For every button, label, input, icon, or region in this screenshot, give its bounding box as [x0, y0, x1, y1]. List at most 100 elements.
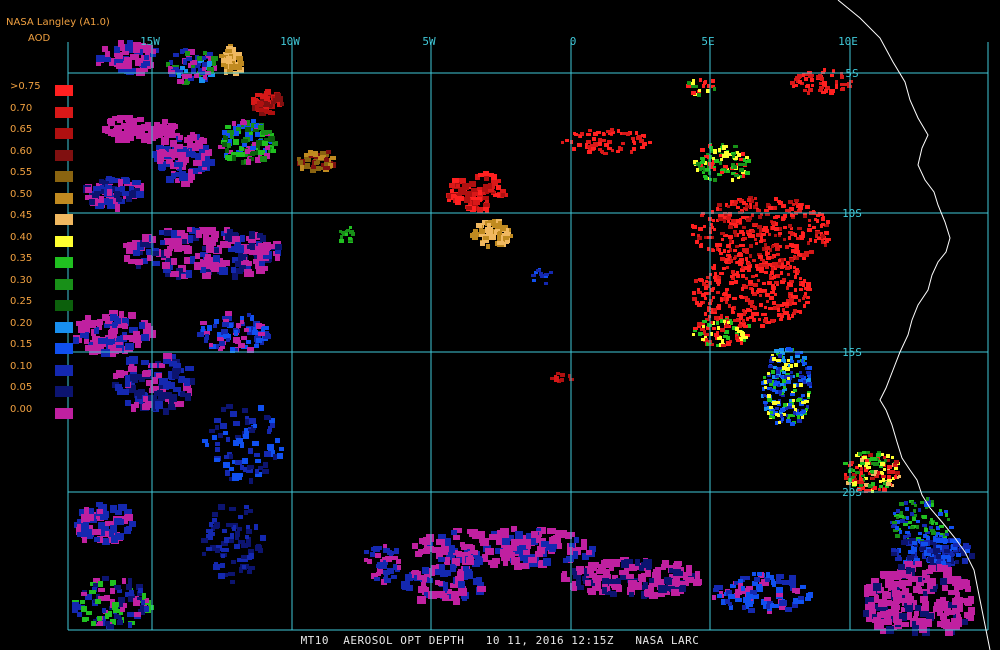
- aerosol-pixel: [255, 132, 260, 137]
- aerosol-pixel: [238, 475, 242, 480]
- aerosol-pixel: [477, 207, 483, 213]
- aerosol-pixel: [945, 530, 948, 533]
- aerosol-pixel: [790, 364, 793, 368]
- aerosol-pixel: [697, 93, 701, 97]
- aerosol-pixel: [185, 51, 190, 56]
- aerosol-pixel: [772, 301, 776, 305]
- lat-label: 5S: [845, 67, 858, 80]
- aerosol-pixel: [125, 514, 133, 521]
- aerosol-pixel: [749, 244, 753, 248]
- aerosol-pixel: [258, 150, 265, 155]
- aerosol-pixel: [479, 229, 485, 234]
- aerosol-pixel: [241, 336, 247, 340]
- aerosol-pixel: [808, 224, 811, 227]
- aerosol-pixel: [394, 548, 399, 554]
- aerosol-pixel: [108, 118, 115, 126]
- lon-label: 5W: [422, 35, 436, 48]
- map-viewer[interactable]: 15W 10W 5W 0 5E 10E 5S 10S 15S 20S NASA Langley (…: [0, 0, 1000, 650]
- aerosol-pixel: [226, 404, 233, 409]
- aerosol-pixel: [779, 348, 784, 352]
- aerosol-pixel: [880, 462, 885, 466]
- aerosol-pixel: [450, 189, 454, 193]
- aerosol-pixel: [235, 534, 239, 540]
- aerosol-pixel: [242, 408, 248, 413]
- aerosol-pixel: [741, 274, 745, 278]
- aerosol-pixel: [202, 161, 210, 167]
- aerosol-pixel: [639, 139, 644, 143]
- aerosol-pixel: [255, 459, 261, 463]
- aerosol-pixel: [751, 230, 755, 233]
- aerosol-pixel: [922, 515, 927, 519]
- aerosol-pixel: [85, 187, 92, 193]
- aerosol-pixel: [590, 144, 595, 147]
- aerosol-pixel: [731, 311, 735, 314]
- aerosol-pixel: [731, 163, 735, 166]
- aerosol-pixel: [704, 176, 708, 180]
- aerosol-pixel: [255, 469, 259, 474]
- aerosol-pixel: [800, 236, 804, 240]
- aerosol-pixel: [236, 245, 244, 253]
- aerosol-pixel: [787, 273, 790, 276]
- aerosol-pixel: [483, 236, 489, 240]
- aerosol-pixel: [488, 183, 492, 189]
- aerosol-pixel: [835, 80, 838, 84]
- aerosol-pixel: [941, 555, 948, 559]
- aerosol-pixel: [729, 239, 732, 243]
- aerosol-pixel: [930, 518, 933, 521]
- aerosol-pixel: [473, 200, 480, 205]
- aerosol-pixel: [222, 322, 229, 327]
- aerosol-pixel: [862, 456, 867, 459]
- aerosol-pixel: [752, 259, 756, 262]
- aerosol-pixel: [883, 619, 892, 625]
- legend-swatch: [55, 235, 73, 247]
- aerosol-pixel: [959, 584, 966, 589]
- aerosol-pixel: [184, 246, 192, 254]
- aerosol-pixel: [157, 159, 163, 164]
- aerosol-pixel: [943, 538, 947, 544]
- aerosol-pixel: [792, 399, 795, 402]
- aerosol-pixel: [246, 529, 252, 534]
- aerosol-pixel: [222, 548, 229, 552]
- aerosol-pixel: [171, 230, 177, 238]
- aerosol-pixel: [606, 130, 611, 133]
- aerosol-pixel: [557, 543, 562, 549]
- aerosol-pixel: [738, 163, 742, 166]
- aerosol-pixel: [102, 46, 108, 52]
- legend-swatch: [55, 192, 73, 204]
- aerosol-pixel: [572, 147, 576, 151]
- aerosol-pixel: [146, 401, 152, 408]
- aerosol-pixel: [895, 557, 902, 561]
- aerosol-pixel: [201, 538, 208, 543]
- aerosol-pixel: [967, 545, 971, 549]
- aerosol-pixel: [914, 504, 917, 507]
- aerosol-pixel: [916, 620, 924, 625]
- aerosol-pixel: [797, 360, 800, 363]
- aerosol-pixel: [244, 431, 249, 437]
- aerosol-pixel: [887, 470, 891, 474]
- aerosol-pixel: [439, 564, 445, 570]
- aerosol-pixel: [271, 149, 276, 153]
- aerosol-pixel: [212, 61, 216, 66]
- aerosol-pixel: [876, 623, 884, 628]
- aerosol-pixel: [245, 535, 249, 539]
- aerosol-pixel: [140, 605, 144, 609]
- aerosol-pixel: [797, 270, 800, 273]
- aerosol-pixel: [772, 401, 776, 405]
- aerosol-pixel: [793, 309, 797, 313]
- aerosol-pixel: [236, 323, 241, 328]
- aerosol-pixel: [587, 145, 590, 148]
- aerosol-pixel: [780, 383, 784, 386]
- aerosol-pixel: [835, 84, 838, 87]
- aerosol-pixel: [956, 604, 963, 612]
- header-org-title: NASA Langley (A1.0): [6, 17, 110, 28]
- aerosol-pixel: [728, 594, 735, 599]
- aerosol-pixel: [264, 109, 268, 113]
- aerosol-pixel: [788, 295, 791, 298]
- aod-map[interactable]: 15W 10W 5W 0 5E 10E 5S 10S 15S 20S: [0, 0, 1000, 650]
- aerosol-pixel: [326, 150, 331, 154]
- legend-swatch: [55, 171, 73, 182]
- aerosol-pixel: [238, 152, 245, 157]
- aerosol-pixel: [138, 588, 143, 593]
- aerosol-pixel: [899, 580, 906, 588]
- aerosol-pixel: [736, 151, 739, 154]
